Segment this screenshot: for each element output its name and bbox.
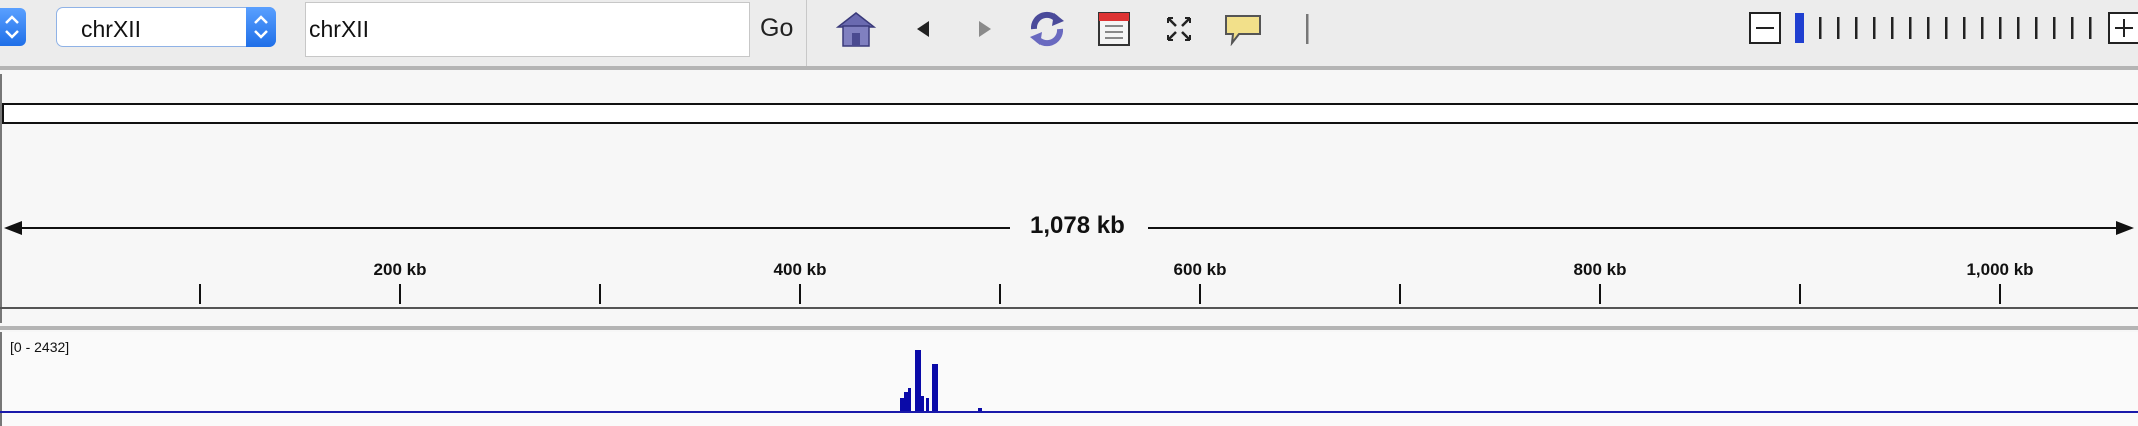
data-range-label: [0 - 2432] (10, 339, 70, 355)
coverage-bar (908, 388, 911, 412)
ruler-tick (799, 284, 801, 304)
zoom-slider-thumb[interactable] (1795, 13, 1804, 43)
ruler-label: 800 kb (1573, 260, 1627, 279)
fit-to-window-button[interactable] (1162, 6, 1196, 52)
coverage-bar (921, 396, 924, 412)
refresh-icon (1030, 11, 1064, 47)
panel-divider[interactable] (0, 66, 2138, 70)
forward-arrow-icon (979, 21, 991, 37)
ruler-baseline (0, 307, 2138, 309)
ruler-tick (399, 284, 401, 304)
popup-info-icon (1225, 15, 1261, 46)
chromosome-select[interactable]: chrXII (56, 7, 276, 47)
ruler-tick (199, 284, 201, 304)
coverage-bar (932, 364, 938, 412)
go-button[interactable]: Go (760, 14, 793, 43)
chromosome-ideogram[interactable] (2, 103, 2138, 124)
ruler-label: 200 kb (373, 260, 427, 279)
resize-handle-icon (1306, 14, 1309, 44)
zoom-level-ticks[interactable] (1819, 17, 2092, 39)
region-of-interest-icon (1098, 12, 1130, 46)
coverage-bar (926, 398, 929, 412)
locus-input[interactable] (305, 2, 750, 57)
home-icon (835, 12, 877, 47)
fit-to-window-icon (1167, 17, 1191, 41)
span-indicator: 1,078 kb (0, 212, 2138, 244)
ruler-tick (1399, 284, 1401, 304)
popup-info-button[interactable] (1222, 6, 1264, 52)
zoom-in-icon[interactable] (2108, 12, 2138, 44)
ruler-tick (1799, 284, 1801, 304)
resize-handle[interactable] (1300, 6, 1314, 52)
zoom-out-icon[interactable] (1749, 12, 1781, 44)
ruler-label: 600 kb (1173, 260, 1227, 279)
chromosome-select-value: chrXII (81, 16, 142, 42)
back-button[interactable] (908, 6, 938, 52)
zoom-widget (1745, 8, 2138, 48)
ruler-tick (1599, 284, 1601, 304)
ruler-tick (1999, 284, 2001, 304)
chevron-updown-icon[interactable] (246, 7, 276, 47)
toolbar: chrXII Go (0, 0, 2138, 66)
ruler-label: 400 kb (773, 260, 827, 279)
span-label: 1,078 kb (1030, 212, 1125, 239)
region-of-interest-button[interactable] (1096, 6, 1132, 52)
forward-button[interactable] (970, 6, 1000, 52)
track-baseline (0, 411, 2138, 413)
ruler-tick (999, 284, 1001, 304)
refresh-button[interactable] (1024, 6, 1070, 52)
toolbar-divider (806, 0, 807, 66)
ruler-label: 1,000 kb (1966, 260, 2034, 279)
back-arrow-icon (917, 21, 929, 37)
home-button[interactable] (834, 6, 878, 52)
panel-divider[interactable] (0, 326, 2138, 330)
ruler-tick (599, 284, 601, 304)
ruler-tick (1199, 284, 1201, 304)
genome-select-arrow[interactable] (0, 8, 26, 46)
